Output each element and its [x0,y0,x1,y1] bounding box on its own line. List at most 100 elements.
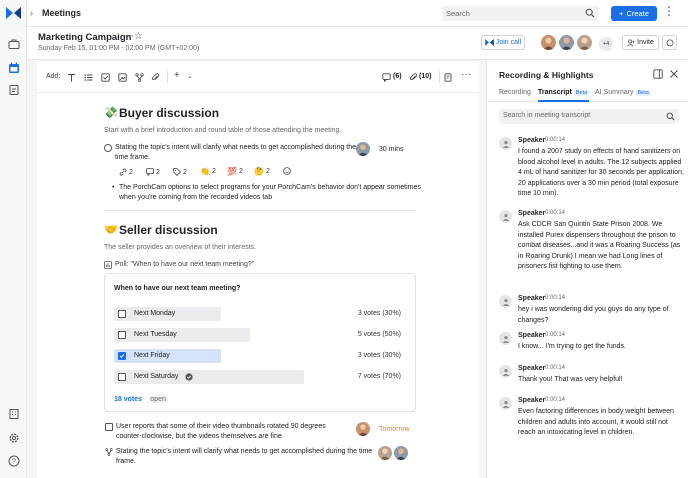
branch-icon[interactable] [135,73,144,82]
section-intro: Start with a brief introduction and roun… [104,127,342,134]
person-icon [499,295,512,308]
chat-button[interactable] [662,35,677,50]
poll-total-votes[interactable]: 18 votes [114,396,142,403]
poll-option[interactable]: Next Tuesday [114,328,250,342]
create-button[interactable]: + Create [611,6,657,21]
tab-label: AI Summary [595,89,634,96]
poll-option[interactable]: Next Monday [114,307,221,321]
segment-timestamp[interactable]: 0:00:14 [545,210,565,216]
segment-timestamp[interactable]: 0:00:14 [545,397,565,403]
help-icon[interactable]: ? [8,455,20,467]
bullet-text: The PorchCam options to select programs … [119,184,421,191]
task-text: User reports that some of their video th… [116,423,326,430]
add-reaction-button[interactable] [283,167,291,175]
money-emoji-icon: 💸 [104,107,118,119]
person-icon [499,137,512,150]
segment-text: Thank you! That was very helpful! [518,376,623,383]
speaker-name: Speaker [518,332,546,339]
comments-count: (6) [393,73,402,80]
search-input[interactable]: Search [442,6,599,21]
avatar[interactable] [577,35,592,50]
poll-option-checkbox[interactable] [118,373,126,381]
hundred-emoji-icon: 💯 [227,167,237,176]
tab-transcript[interactable]: Transcript Beta [538,89,590,102]
poll-option-checkbox[interactable] [118,310,126,318]
create-label: Create [626,9,649,18]
join-call-button[interactable]: Join call [481,35,525,50]
plus-icon[interactable]: + [174,70,180,81]
assignee-avatar[interactable] [356,142,370,156]
handshake-emoji-icon: 🤝 [104,224,118,236]
image-icon[interactable] [118,73,127,82]
poll-option[interactable]: Next Saturday [114,370,304,384]
section-heading-buyer: Buyer discussion [119,106,220,120]
search-icon [585,8,595,18]
document-settings-icon[interactable] [444,73,453,82]
bullet-text-cont: when you're coming from the recorded vid… [119,194,273,201]
chevron-down-icon[interactable]: ⌄ [187,72,193,80]
document-page [37,61,479,478]
paperclip-icon[interactable] [151,73,160,82]
poll-option-checkbox[interactable] [118,352,126,360]
agenda-item-radio[interactable] [104,144,112,152]
transcript-search-input[interactable]: Search in meeting transcript [499,109,679,124]
thinking-emoji-icon: 🤔 [254,167,264,176]
comments-icon[interactable] [382,73,391,83]
segment-timestamp[interactable]: 0:00:14 [545,137,565,143]
segment-text: Ask CDCR San Quintin State Prison 2008. … [518,221,681,270]
breadcrumb[interactable]: Meetings [42,8,81,18]
poll-option-votes: 5 votes (50%) [357,331,401,338]
panel-toggle-icon[interactable] [653,69,663,79]
plus-icon: + [619,9,624,18]
branch-icon [105,448,113,456]
app-logo-icon[interactable] [6,7,21,19]
segment-timestamp[interactable]: 0:00:14 [545,332,565,338]
briefcase-icon[interactable] [8,38,20,50]
thinking-reaction[interactable]: 🤔 2 [254,167,270,176]
tab-ai-summary[interactable]: AI Summary Beta [595,89,651,96]
poll-icon [104,261,112,269]
assignee-avatar[interactable] [378,446,392,460]
star-icon[interactable]: ☆ [134,31,143,42]
speaker-name: Speaker [518,397,546,404]
segment-text: Even factoring differences in body weigh… [518,408,674,436]
avatar[interactable] [559,35,574,50]
checkbox-icon[interactable] [101,73,110,82]
task-due-date[interactable]: Tomorrow [379,425,410,435]
more-menu-icon[interactable]: ⋮ [663,4,676,18]
poll-option[interactable]: Next Friday [114,349,221,363]
chat-bubble-icon [666,38,673,46]
poll-option-checkbox[interactable] [118,331,126,339]
more-options-icon[interactable]: ··· [461,69,471,80]
section-divider [104,210,416,211]
bullet-dot: • [112,184,115,191]
assignee-avatar[interactable] [356,422,370,436]
hundred-reaction[interactable]: 💯 2 [227,167,243,176]
add-label: Add: [46,73,61,80]
task-checkbox[interactable] [105,423,113,431]
left-rail: ? [0,0,27,478]
segment-timestamp[interactable]: 0:00:14 [545,295,565,301]
settings-gear-icon[interactable] [8,432,20,444]
more-options-icon[interactable]: ··· [123,30,134,42]
assignee-avatar[interactable] [394,446,408,460]
task-text-cont: counter-clockwise, but the videos themse… [116,433,282,440]
invite-button[interactable]: Invite [622,35,659,50]
text-icon[interactable] [67,73,76,82]
attachment-icon[interactable] [409,73,418,82]
bullet-list-icon[interactable] [84,73,93,82]
tab-recording[interactable]: Recording [499,89,531,96]
comment-count[interactable]: 2 [146,168,160,176]
building-icon[interactable] [8,408,20,420]
more-attendees-badge[interactable]: +4 [599,37,613,51]
calendar-icon[interactable] [8,62,20,74]
segment-timestamp[interactable]: 0:00:14 [545,365,565,371]
clap-reaction[interactable]: 👏 2 [200,167,216,176]
close-icon[interactable] [669,69,679,79]
tag-count[interactable]: 2 [173,168,187,176]
notes-icon[interactable] [8,84,20,96]
tag-icon [173,168,181,176]
link-count[interactable]: 2 [119,168,133,176]
avatar[interactable] [541,35,556,50]
app-logo-small-icon [484,39,494,46]
